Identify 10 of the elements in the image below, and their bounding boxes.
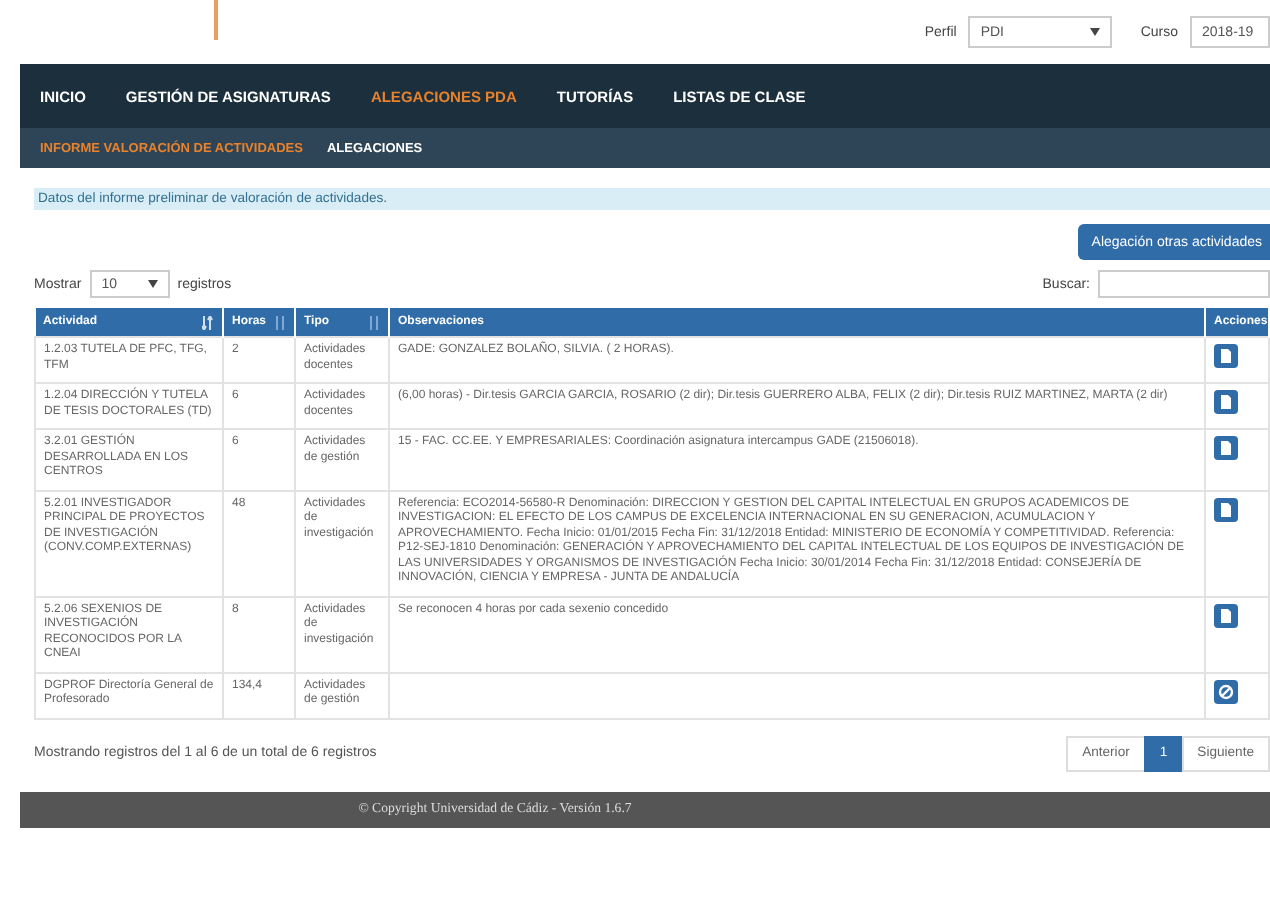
- document-icon[interactable]: [1214, 344, 1238, 368]
- document-icon[interactable]: [1214, 390, 1238, 414]
- caret-icon: [1090, 28, 1101, 36]
- document-icon[interactable]: [1214, 436, 1238, 460]
- search-field[interactable]: [1098, 270, 1270, 298]
- caret-icon: [147, 280, 158, 288]
- logo-divider: [214, 0, 218, 40]
- document-icon[interactable]: [1214, 603, 1238, 627]
- document-icon[interactable]: [1214, 497, 1238, 521]
- block-icon[interactable]: [1214, 679, 1238, 703]
